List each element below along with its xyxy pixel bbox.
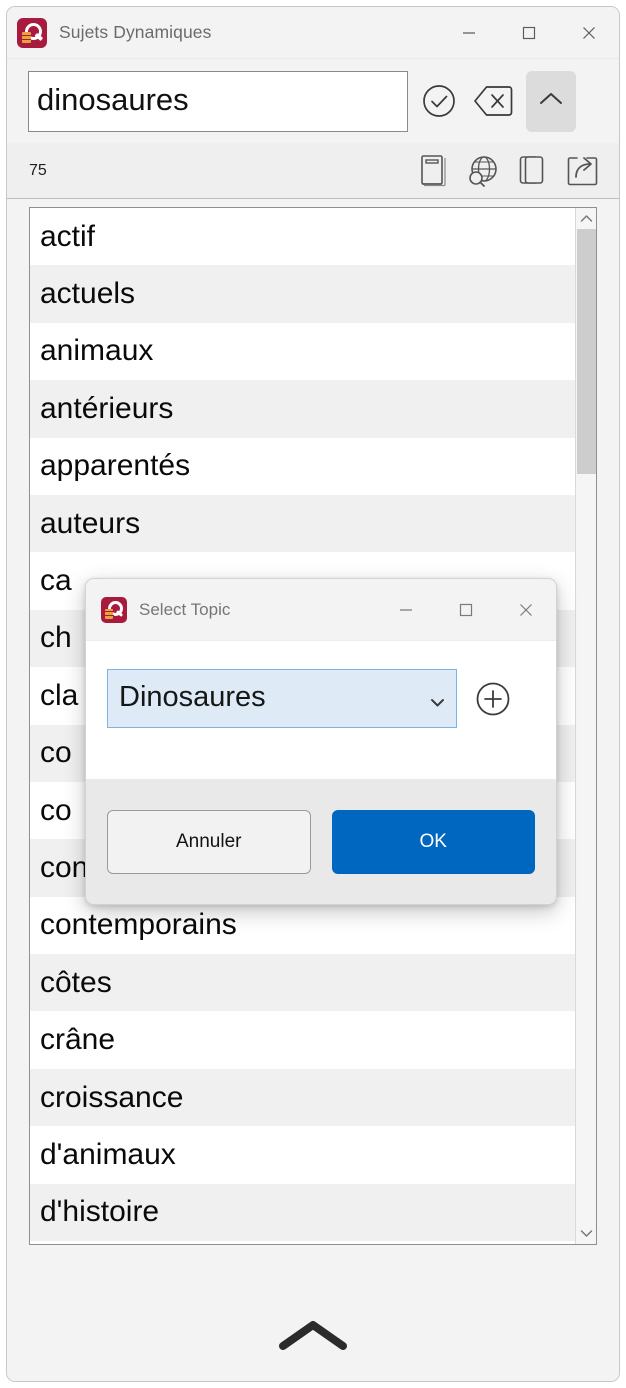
list-item-label: actif [40,219,96,253]
copy-icon[interactable] [509,148,555,194]
list-item-label: auteurs [40,506,141,540]
close-button[interactable] [559,7,619,59]
window-title: Sujets Dynamiques [59,22,212,42]
dialog-titlebar: Select Topic [86,579,556,641]
list-item[interactable]: apparentés [30,437,575,495]
list-item-label: co [40,736,72,770]
list-item-label: animaux [40,334,154,368]
list-item[interactable]: côtes [30,954,575,1012]
list-item[interactable]: actif [30,208,575,266]
list-item-label: antérieurs [40,391,174,425]
bottom-bar [7,1289,619,1381]
dictionary-icon[interactable] [409,148,455,194]
list-item-label: croissance [40,1080,184,1114]
list-item[interactable]: auteurs [30,494,575,553]
scroll-down-arrow-icon[interactable] [576,1223,596,1244]
list-item[interactable]: croissance [30,1068,575,1127]
search-input[interactable] [28,70,408,132]
dialog-title: Select Topic [139,599,231,619]
main-window: Sujets Dynamiques dinosaures 75 actif ac… [6,6,620,1382]
cancel-button[interactable]: Annuler [107,810,311,874]
list-item-label: ch [40,621,72,655]
search-row [7,59,619,143]
dialog-footer: Annuler OK [86,779,556,904]
list-item[interactable]: d'animaux [30,1126,575,1184]
list-item[interactable]: contemporains [30,896,575,955]
dialog-minimize-button[interactable] [376,579,436,641]
list-item-label: cla [40,678,79,712]
plus-circle-icon[interactable] [471,677,515,721]
dialog-maximize-button[interactable] [436,579,496,641]
list-item-label: côtes [40,965,112,999]
share-export-icon[interactable] [559,148,605,194]
collapse-panel-button[interactable] [526,70,576,132]
list-item[interactable]: actuels [30,265,575,323]
list-item-label: d'histoire [40,1195,160,1229]
scrollbar-thumb[interactable] [577,229,596,474]
list-item[interactable]: crâne [30,1011,575,1069]
scroll-up-arrow-icon[interactable] [576,208,596,229]
list-item-label: d'animaux [40,1137,176,1171]
list-item[interactable]: antérieurs [30,380,575,438]
dialog-window-controls [376,579,556,641]
list-item-label: contemporains [40,908,237,942]
chevron-up-large-icon[interactable] [277,1317,349,1353]
titlebar: Sujets Dynamiques [7,7,619,59]
list-item-label: actuels [40,277,136,311]
list-item-label: ca [40,564,72,598]
app-logo-icon [17,17,47,48]
list-item-label: crâne [40,1023,116,1057]
minimize-button[interactable] [439,7,499,59]
result-count: 75 [29,161,47,179]
maximize-button[interactable] [499,7,559,59]
chevron-down-icon [430,682,445,715]
list-scrollbar[interactable] [575,208,596,1244]
list-item-label: co [40,793,72,827]
backspace-clear-icon[interactable] [470,78,516,124]
select-topic-dialog: Select Topic Dinosaures Annuler OK [85,578,557,905]
list-item[interactable]: d'histoire [30,1183,575,1242]
check-circle-icon[interactable] [416,78,462,124]
tools-row: 75 [7,143,619,199]
dialog-body: Dinosaures [86,641,556,779]
topic-select-dropdown[interactable]: Dinosaures [107,669,457,728]
ok-button[interactable]: OK [331,810,535,874]
topic-select-value: Dinosaures [119,680,266,713]
list-item-label: apparentés [40,449,191,483]
app-logo-icon [101,596,127,623]
chevron-up-icon [538,91,564,112]
dialog-close-button[interactable] [496,579,556,641]
globe-search-icon[interactable] [459,148,505,194]
list-item[interactable]: animaux [30,322,575,381]
window-controls [439,7,619,59]
